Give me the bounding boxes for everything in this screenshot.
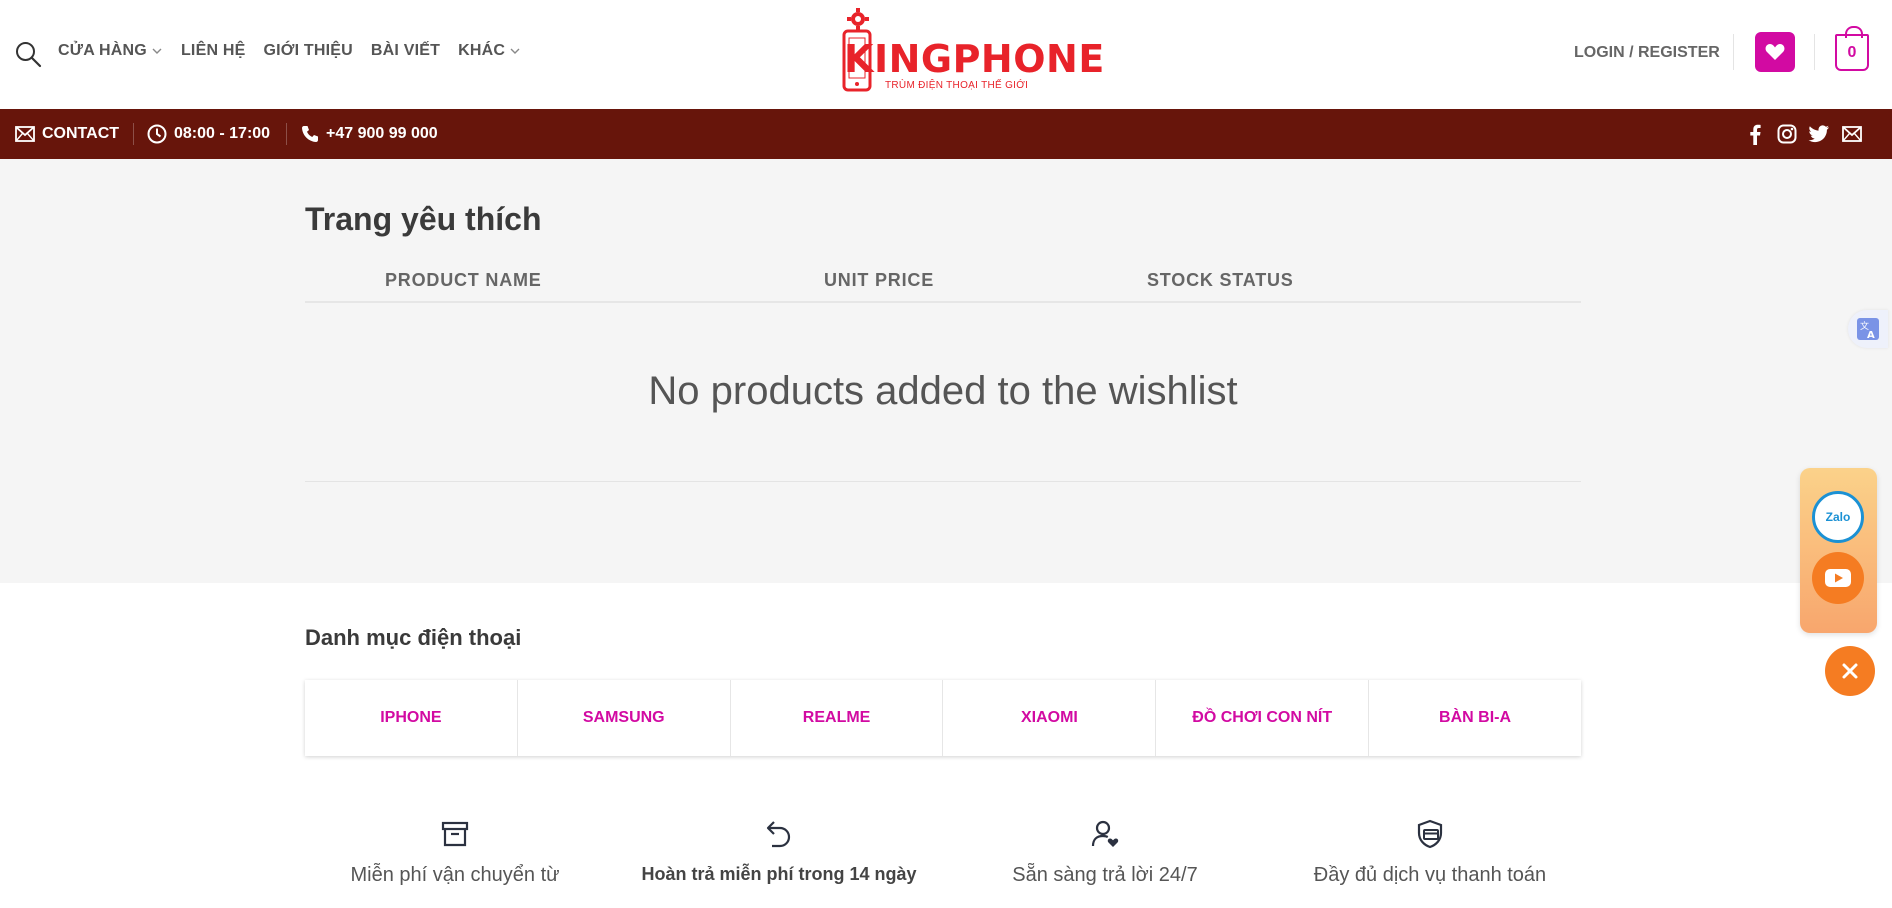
translate-icon: 文A (1857, 318, 1879, 341)
login-register-link[interactable]: LOGIN / REGISTER (1574, 44, 1720, 62)
nav-label: LIÊN HỆ (180, 42, 246, 59)
feature-support: Sẵn sàng trả lời 24/7 (945, 818, 1265, 887)
nav-item-contact[interactable]: LIÊN HỆ (181, 42, 246, 60)
facebook-icon[interactable] (1743, 122, 1767, 146)
mail-icon[interactable] (1840, 122, 1864, 146)
category-realme[interactable]: REALME (731, 680, 944, 756)
main-navigation: CỬA HÀNG LIÊN HỆ GIỚI THIỆU BÀI VIẾT KHÁ… (58, 42, 539, 60)
close-icon (1842, 663, 1858, 679)
nav-item-shop[interactable]: CỬA HÀNG (58, 42, 163, 60)
cart-count: 0 (1847, 43, 1857, 61)
nav-item-about[interactable]: GIỚI THIỆU (263, 42, 352, 60)
topbar-divider (133, 123, 134, 145)
hours-item: 08:00 - 17:00 (147, 109, 270, 159)
undo-icon (766, 821, 791, 848)
header-divider (1733, 34, 1734, 70)
contact-link[interactable]: CONTACT (15, 109, 119, 159)
nav-item-other[interactable]: KHÁC (458, 42, 521, 60)
site-logo[interactable]: KINGPHONE TRÙM ĐIỆN THOẠI THẾ GIỚI (838, 6, 1104, 96)
feature-free-shipping: Miễn phí vận chuyển từ (295, 818, 615, 887)
close-floating-button[interactable] (1825, 646, 1875, 696)
column-header-stock-status: STOCK STATUS (1147, 270, 1294, 290)
feature-payment: Đầy đủ dịch vụ thanh toán (1270, 818, 1590, 887)
instagram-icon[interactable] (1775, 122, 1799, 146)
table-bottom-divider (305, 481, 1581, 482)
twitter-icon[interactable] (1807, 122, 1831, 146)
page-title: Trang yêu thích (305, 201, 542, 237)
envelope-icon (15, 126, 35, 142)
nav-item-posts[interactable]: BÀI VIẾT (371, 42, 440, 60)
category-toys[interactable]: ĐỒ CHƠI CON NÍT (1156, 680, 1370, 756)
feature-text: Sẵn sàng trả lời 24/7 (1012, 864, 1198, 886)
nav-label: CỬA HÀNG (58, 42, 147, 59)
nav-label: GIỚI THIỆU (263, 42, 353, 59)
search-icon[interactable] (14, 40, 42, 68)
contact-label: CONTACT (42, 125, 120, 142)
cart-button[interactable]: 0 (1835, 26, 1869, 71)
feature-text: Hoàn trả miễn phí trong 14 ngày (641, 864, 917, 884)
translate-button[interactable]: 文A (1848, 310, 1888, 348)
chevron-down-icon (152, 48, 162, 54)
category-billiards[interactable]: BÀN BI-A (1369, 680, 1581, 756)
header-divider (1814, 34, 1815, 70)
archive-icon (441, 821, 469, 847)
category-xiaomi[interactable]: XIAOMI (943, 680, 1157, 756)
empty-wishlist-message: No products added to the wishlist (648, 369, 1238, 413)
top-contact-bar: CONTACT 08:00 - 17:00 +47 900 99 000 (0, 109, 1892, 159)
zalo-button[interactable]: Zalo (1812, 491, 1864, 543)
topbar-divider (286, 123, 287, 145)
payment-shield-icon (1417, 819, 1443, 849)
logo-tagline: TRÙM ĐIỆN THOẠI THẾ GIỚI (885, 80, 1029, 91)
category-samsung[interactable]: SAMSUNG (518, 680, 731, 756)
wishlist-section: Trang yêu thích PRODUCT NAME UNIT PRICE … (0, 159, 1892, 583)
feature-free-returns: Hoàn trả miễn phí trong 14 ngày (619, 818, 939, 885)
table-header-divider (305, 301, 1581, 303)
phone-link[interactable]: +47 900 99 000 (301, 109, 438, 159)
chevron-down-icon (510, 48, 520, 54)
phone-icon (302, 126, 318, 142)
column-header-product-name: PRODUCT NAME (385, 270, 542, 290)
category-iphone[interactable]: IPHONE (305, 680, 518, 756)
user-heart-icon (1091, 820, 1119, 847)
nav-label: BÀI VIẾT (370, 42, 441, 59)
youtube-button[interactable] (1812, 552, 1864, 604)
category-list: IPHONE SAMSUNG REALME XIAOMI ĐỒ CHƠI CON… (305, 680, 1581, 756)
wishlist-button[interactable] (1755, 32, 1795, 72)
site-header: CỬA HÀNG LIÊN HỆ GIỚI THIỆU BÀI VIẾT KHÁ… (0, 0, 1892, 109)
youtube-icon (1825, 569, 1851, 587)
logo-wordmark: KINGPHONE (844, 37, 1105, 81)
clock-icon (147, 124, 167, 144)
nav-label: KHÁC (458, 42, 506, 59)
zalo-label: Zalo (1825, 510, 1851, 524)
phone-number: +47 900 99 000 (326, 125, 438, 142)
svg-text:A: A (1867, 330, 1875, 341)
categories-title: Danh mục điện thoại (305, 625, 522, 650)
heart-icon (1765, 44, 1785, 60)
business-hours: 08:00 - 17:00 (174, 125, 271, 142)
feature-text: Miễn phí vận chuyển từ (350, 864, 560, 886)
feature-text: Đầy đủ dịch vụ thanh toán (1313, 864, 1547, 886)
floating-social-panel: Zalo (1800, 468, 1877, 633)
column-header-unit-price: UNIT PRICE (824, 270, 935, 290)
